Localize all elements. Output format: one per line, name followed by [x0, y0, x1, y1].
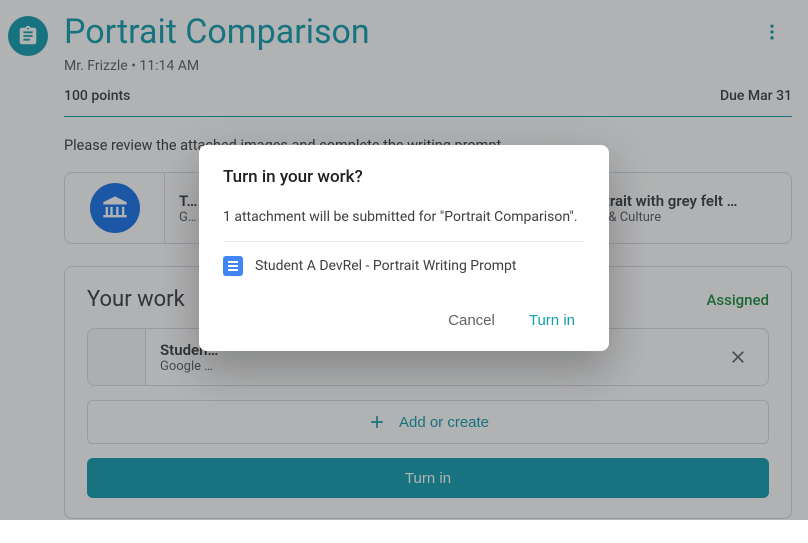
google-docs-icon	[223, 256, 243, 276]
cancel-button[interactable]: Cancel	[438, 304, 505, 337]
dialog-body: 1 attachment will be submitted for "Port…	[223, 209, 585, 225]
dialog-actions: Cancel Turn in	[223, 304, 585, 337]
confirm-turn-in-button[interactable]: Turn in	[519, 304, 585, 337]
dialog-title: Turn in your work?	[223, 167, 585, 187]
dialog-attachment-row: Student A DevRel - Portrait Writing Prom…	[223, 256, 585, 276]
dialog-divider	[223, 241, 585, 242]
modal-scrim[interactable]: Turn in your work? 1 attachment will be …	[0, 0, 808, 520]
turn-in-dialog: Turn in your work? 1 attachment will be …	[199, 145, 609, 351]
dialog-attachment-name: Student A DevRel - Portrait Writing Prom…	[255, 258, 516, 274]
